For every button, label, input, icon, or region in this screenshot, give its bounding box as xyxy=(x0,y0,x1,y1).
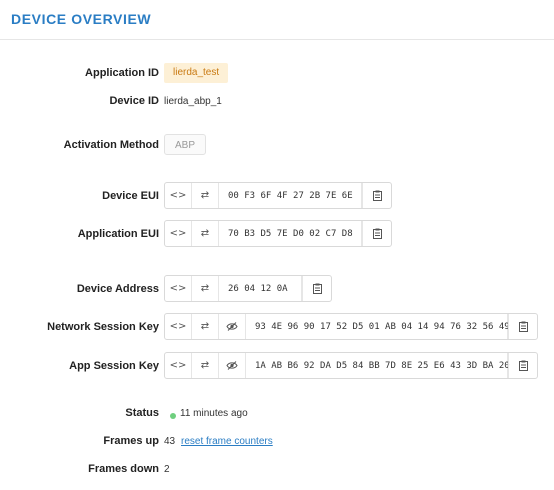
status-indicator-dot xyxy=(170,413,176,419)
code-brackets-icon[interactable]: <> xyxy=(165,314,192,339)
swap-arrows-icon[interactable]: ⇄ xyxy=(192,314,219,339)
eye-slash-icon[interactable] xyxy=(219,314,246,339)
application-id-label: Application ID xyxy=(85,67,159,79)
page-title: DEVICE OVERVIEW xyxy=(11,11,152,27)
clipboard-icon[interactable] xyxy=(362,183,391,208)
eye-slash-icon[interactable] xyxy=(219,353,246,378)
code-brackets-icon[interactable]: <> xyxy=(165,183,192,208)
activation-method-label: Activation Method xyxy=(63,139,159,151)
application-eui-label: Application EUI xyxy=(77,228,159,240)
activation-method-badge: ABP xyxy=(164,134,207,155)
device-eui-label: Device EUI xyxy=(102,190,159,202)
clipboard-icon[interactable] xyxy=(508,314,537,339)
application-eui-value[interactable]: 70 B3 D5 7E D0 02 C7 D8 xyxy=(219,221,362,246)
code-brackets-icon[interactable]: <> xyxy=(165,221,192,246)
device-address-value[interactable]: 26 04 12 0A xyxy=(219,276,302,301)
device-id-value: lierda_abp_1 xyxy=(164,96,222,107)
network-session-key-value[interactable]: 93 4E 96 90 17 52 D5 01 AB 04 14 94 76 3… xyxy=(246,314,510,339)
swap-arrows-icon[interactable]: ⇄ xyxy=(192,353,219,378)
device-address-label: Device Address xyxy=(76,283,159,295)
network-session-key-label: Network Session Key xyxy=(47,321,159,333)
status-label: Status xyxy=(125,407,159,419)
frames-down-label: Frames down xyxy=(88,463,159,475)
clipboard-icon[interactable] xyxy=(362,221,391,246)
device-eui-value[interactable]: 00 F3 6F 4F 27 2B 7E 6E xyxy=(219,183,362,208)
status-value: 11 minutes ago xyxy=(180,408,248,419)
application-id-badge[interactable]: lierda_test xyxy=(164,63,229,83)
swap-arrows-icon[interactable]: ⇄ xyxy=(192,221,219,246)
frames-up-label: Frames up xyxy=(103,435,159,447)
clipboard-icon[interactable] xyxy=(508,353,537,378)
app-session-key-field: <> ⇄ 1A AB B6 92 DA D5 84 BB 7D 8E 25 E6… xyxy=(164,352,538,379)
device-eui-field: <> ⇄ 00 F3 6F 4F 27 2B 7E 6E xyxy=(164,182,392,209)
code-brackets-icon[interactable]: <> xyxy=(165,353,192,378)
frames-down-value: 2 xyxy=(164,464,170,475)
device-id-label: Device ID xyxy=(109,95,159,107)
application-eui-field: <> ⇄ 70 B3 D5 7E D0 02 C7 D8 xyxy=(164,220,392,247)
swap-arrows-icon[interactable]: ⇄ xyxy=(192,183,219,208)
device-address-field: <> ⇄ 26 04 12 0A xyxy=(164,275,332,302)
network-session-key-field: <> ⇄ 93 4E 96 90 17 52 D5 01 AB 04 14 94… xyxy=(164,313,538,340)
code-brackets-icon[interactable]: <> xyxy=(165,276,192,301)
frames-up-value: 43 xyxy=(164,436,176,447)
app-session-key-value[interactable]: 1A AB B6 92 DA D5 84 BB 7D 8E 25 E6 43 3… xyxy=(246,353,510,378)
swap-arrows-icon[interactable]: ⇄ xyxy=(192,276,219,301)
overview-header: DEVICE OVERVIEW xyxy=(0,0,554,40)
app-session-key-label: App Session Key xyxy=(69,360,159,372)
clipboard-icon[interactable] xyxy=(302,276,331,301)
reset-frame-counters-link[interactable]: reset frame counters xyxy=(181,436,273,447)
